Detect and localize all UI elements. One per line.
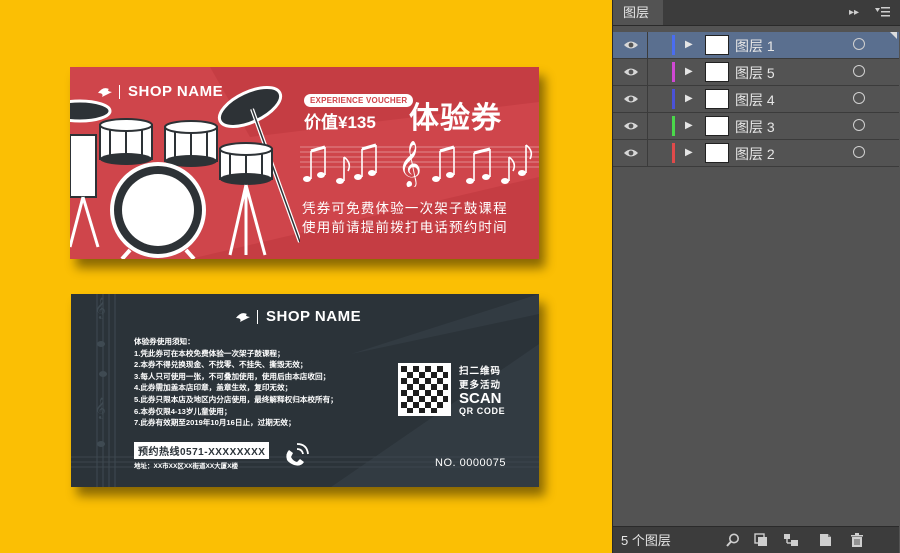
back-shop-name: SHOP NAME bbox=[235, 308, 361, 325]
layer-name[interactable]: 图层 1 bbox=[735, 36, 775, 56]
rules-line: 6.本券仅限4-13岁儿童使用； bbox=[134, 406, 232, 416]
layer-row-3[interactable]: ▶ 图层 3 bbox=[613, 113, 899, 140]
artboard-canvas[interactable]: SHOP NAME EXPERIENCE VOUCHER 价值¥135 体验券 … bbox=[0, 0, 612, 553]
layer-color-swatch bbox=[672, 116, 675, 136]
layers-panel: 图层 ▸▸ ▶ 图层 1 ▶ 图层 5 ▶ 图层 4 ▶ 图层 3 ▶ 图层 2… bbox=[612, 0, 900, 553]
layer-count: 5 个图层 bbox=[621, 533, 671, 548]
layer-name[interactable]: 图层 4 bbox=[735, 90, 775, 110]
svg-text:𝄞: 𝄞 bbox=[95, 398, 106, 419]
expand-triangle-icon[interactable]: ▶ bbox=[685, 120, 693, 131]
layer-thumbnail bbox=[705, 143, 729, 163]
scan-title: SCAN bbox=[459, 390, 502, 407]
front-line-1: 凭券可免费体验一次架子鼓课程 bbox=[302, 201, 508, 216]
screen: SHOP NAME EXPERIENCE VOUCHER 价值¥135 体验券 … bbox=[0, 0, 900, 553]
layer-row-1[interactable]: ▶ 图层 1 bbox=[613, 32, 899, 59]
clipping-mask-icon[interactable] bbox=[753, 532, 769, 548]
voucher-title: 体验券 bbox=[409, 102, 502, 135]
layer-row-5[interactable]: ▶ 图层 5 bbox=[613, 59, 899, 86]
expand-triangle-icon[interactable]: ▶ bbox=[685, 147, 693, 158]
layers-list: ▶ 图层 1 ▶ 图层 5 ▶ 图层 4 ▶ 图层 3 ▶ 图层 2 bbox=[613, 32, 899, 167]
layer-name[interactable]: 图层 5 bbox=[735, 63, 775, 83]
delete-icon[interactable] bbox=[849, 532, 865, 548]
svg-text:𝄞: 𝄞 bbox=[95, 298, 106, 319]
layer-thumbnail bbox=[705, 89, 729, 109]
rules-line: 1.凭此券可在本校免费体验一次架子鼓课程； bbox=[134, 348, 285, 358]
voucher-number: NO. 0000075 bbox=[435, 457, 506, 469]
front-line-2: 使用前请提前拨打电话预约时间 bbox=[302, 220, 508, 235]
search-icon[interactable] bbox=[725, 532, 741, 548]
scan-line-1: 扫二维码 bbox=[459, 366, 502, 377]
shop-logo-icon bbox=[236, 312, 250, 322]
layer-color-swatch bbox=[672, 35, 675, 55]
layer-thumbnail bbox=[705, 62, 729, 82]
scan-line-2: 更多活动 bbox=[459, 380, 502, 391]
target-circle-icon[interactable] bbox=[853, 38, 865, 50]
eye-icon[interactable] bbox=[623, 66, 639, 78]
rules-line: 4.此券需加盖本店印章，盖章生效，复印无效； bbox=[134, 383, 293, 393]
qr-code bbox=[398, 363, 451, 416]
front-shop-name-text: SHOP NAME bbox=[128, 83, 224, 100]
voucher-back[interactable]: 𝄞 𝄞 SHOP NAME 体验券使用须知： 1.凭此券可在本校免费体验一次架子… bbox=[71, 294, 539, 487]
expand-triangle-icon[interactable]: ▶ bbox=[685, 66, 693, 77]
selected-corner-indicator bbox=[890, 32, 897, 39]
target-circle-icon[interactable] bbox=[853, 146, 865, 158]
voucher-rules: 体验券使用须知： 1.凭此券可在本校免费体验一次架子鼓课程； 2.本券不得兑换现… bbox=[134, 336, 338, 429]
rules-line: 体验券使用须知： bbox=[134, 337, 195, 346]
front-shop-name: SHOP NAME bbox=[97, 83, 223, 100]
target-circle-icon[interactable] bbox=[853, 119, 865, 131]
phone-icon bbox=[286, 443, 309, 466]
back-shop-name-text: SHOP NAME bbox=[266, 308, 362, 325]
hotline-label: 预约热线0571-XXXXXXXX bbox=[134, 442, 270, 459]
new-layer-icon[interactable] bbox=[817, 532, 833, 548]
layer-name[interactable]: 图层 2 bbox=[735, 144, 775, 164]
eye-icon[interactable] bbox=[623, 93, 639, 105]
tab-layers[interactable]: 图层 bbox=[613, 0, 663, 25]
rules-line: 3.每人只可使用一张，不可叠加使用，使用后由本店收回； bbox=[134, 371, 331, 381]
target-circle-icon[interactable] bbox=[853, 92, 865, 104]
expand-triangle-icon[interactable]: ▶ bbox=[685, 39, 693, 50]
layer-color-swatch bbox=[672, 89, 675, 109]
eye-icon[interactable] bbox=[623, 39, 639, 51]
panel-footer: 5 个图层 bbox=[613, 526, 899, 553]
layer-row-2[interactable]: ▶ 图层 2 bbox=[613, 140, 899, 167]
sublayer-icon[interactable] bbox=[783, 532, 799, 548]
qr-code-label: QR CODE bbox=[459, 406, 506, 416]
eye-icon[interactable] bbox=[623, 120, 639, 132]
svg-text:𝄞: 𝄞 bbox=[398, 141, 422, 187]
voucher-value: 价值¥135 bbox=[304, 113, 376, 132]
rules-line: 5.此券只限本店及地区内分店使用，最终解释权归本校所有； bbox=[134, 394, 338, 404]
rules-line: 2.本券不得兑换现金、不找零、不挂失、撕毁无效； bbox=[134, 360, 308, 370]
address-text: 地址：XX市XX区XX街道XX大厦X楼 bbox=[134, 463, 239, 470]
hamburger-icon[interactable] bbox=[875, 6, 891, 31]
collapse-panel-button[interactable]: ▸▸ bbox=[849, 0, 859, 25]
target-circle-icon[interactable] bbox=[853, 65, 865, 77]
expand-triangle-icon[interactable]: ▶ bbox=[685, 93, 693, 104]
voucher-front[interactable]: SHOP NAME EXPERIENCE VOUCHER 价值¥135 体验券 … bbox=[70, 67, 539, 259]
experience-voucher-pill: EXPERIENCE VOUCHER bbox=[304, 94, 414, 107]
panel-header: 图层 ▸▸ bbox=[613, 0, 900, 26]
layer-row-4[interactable]: ▶ 图层 4 bbox=[613, 86, 899, 113]
shop-logo-icon bbox=[98, 87, 112, 97]
rules-line: 7.此券有效期至2019年10月16日止，过期无效； bbox=[134, 418, 296, 428]
layer-thumbnail bbox=[705, 116, 729, 136]
layer-color-swatch bbox=[672, 143, 675, 163]
eye-icon[interactable] bbox=[623, 147, 639, 159]
side-notes-decoration: 𝄞 𝄞 bbox=[95, 294, 116, 487]
layer-color-swatch bbox=[672, 62, 675, 82]
layer-thumbnail bbox=[705, 35, 729, 55]
layer-name[interactable]: 图层 3 bbox=[735, 117, 775, 137]
music-notes-decoration: 𝄞 bbox=[303, 141, 533, 187]
